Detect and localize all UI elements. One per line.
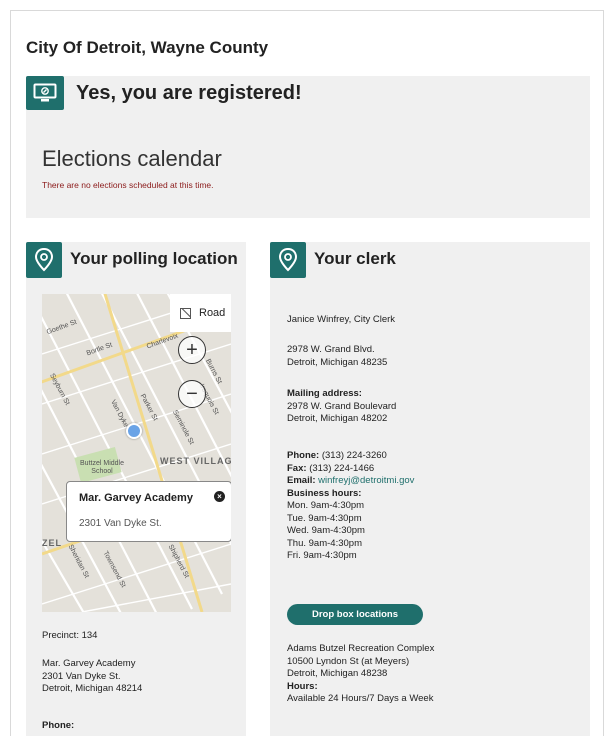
map-info-popup: Mar. Garvey Academy × 2301 Van Dyke St. (66, 481, 231, 542)
mailing-address-line1: 2978 W. Grand Boulevard (287, 400, 397, 412)
dropbox-address-line2: Detroit, Michigan 48238 (287, 668, 388, 679)
hours-line: Wed. 9am-4:30pm (287, 525, 365, 536)
popup-close-icon[interactable]: × (214, 491, 225, 502)
clerk-address: 2978 W. Grand Blvd. Detroit, Michigan 48… (287, 344, 387, 369)
registration-status-title: Yes, you are registered! (76, 82, 302, 104)
polling-map[interactable]: Goethe St Bortle St Charlevoix Burns St … (42, 294, 231, 612)
location-pin-icon (270, 242, 306, 278)
location-pin-icon (26, 242, 62, 278)
polling-address-line1: 2301 Van Dyke St. (42, 670, 121, 682)
map-place-label: Buttzel Middle School (80, 460, 124, 475)
registration-panel: Yes, you are registered! Elections calen… (26, 76, 590, 218)
polling-phone-label: Phone: (42, 720, 75, 731)
clerk-address-line1: 2978 W. Grand Blvd. (287, 344, 375, 355)
fax-value: (313) 224-1466 (309, 462, 375, 474)
dropbox-name: Adams Butzel Recreation Complex (287, 643, 435, 654)
mailing-address-line2: Detroit, Michigan 48202 (287, 413, 388, 424)
drop-box-locations-button[interactable]: Drop box locations (287, 604, 423, 625)
elections-calendar-note: There are no elections scheduled at this… (42, 180, 214, 190)
map-layer-icon (180, 307, 191, 319)
map-zoom-out-button[interactable]: − (178, 380, 206, 408)
mailing-address-label: Mailing address: (287, 388, 362, 399)
fax-label: Fax: (287, 462, 307, 474)
polling-address: Mar. Garvey Academy 2301 Van Dyke St. De… (42, 658, 142, 696)
dropbox-hours: Available 24 Hours/7 Days a Week (287, 693, 434, 704)
map-zoom-in-button[interactable]: + (178, 336, 206, 364)
business-hours-label: Business hours: (287, 487, 362, 499)
email-label: Email: (287, 475, 316, 486)
precinct-text: Precinct: 134 (42, 630, 98, 641)
polling-address-line2: Detroit, Michigan 48214 (42, 683, 143, 694)
map-area-label: WEST VILLAGE (160, 456, 231, 466)
dropbox-info: Adams Butzel Recreation Complex 10500 Ly… (287, 643, 434, 706)
popup-location-name: Mar. Garvey Academy (79, 492, 193, 504)
phone-value: (313) 224-3260 (321, 450, 387, 461)
clerk-address-line2: Detroit, Michigan 48235 (287, 356, 388, 368)
clerk-contact: Phone: (313) 224-3260 Fax: (313) 224-146… (287, 450, 414, 563)
popup-address: 2301 Van Dyke St. (79, 518, 162, 529)
map-location-pin[interactable] (126, 423, 142, 439)
hours-line: Thu. 9am-4:30pm (287, 537, 362, 549)
clerk-panel: Your clerk Janice Winfrey, City Clerk 29… (270, 242, 590, 736)
hours-line: Mon. 9am-4:30pm (287, 500, 365, 511)
email-link[interactable]: winfreyj@detroitmi.gov (318, 475, 414, 486)
map-road-toggle-button[interactable]: Road (170, 294, 231, 332)
clerk-mailing-address: Mailing address: 2978 W. Grand Boulevard… (287, 388, 396, 426)
page-title: City Of Detroit, Wayne County (26, 38, 269, 57)
dropbox-address-line1: 10500 Lyndon St (at Meyers) (287, 655, 410, 667)
hours-line: Tue. 9am-4:30pm (287, 512, 362, 524)
dropbox-hours-label: Hours: (287, 680, 318, 692)
phone-label: Phone: (287, 450, 320, 461)
clerk-fax: Fax: (313) 224-1466 (287, 463, 414, 476)
monitor-check-icon (26, 76, 64, 110)
clerk-email: Email: winfreyj@detroitmi.gov (287, 475, 414, 488)
hours-line: Fri. 9am-4:30pm (287, 550, 357, 561)
map-road-label: Road (199, 307, 226, 319)
elections-calendar-title: Elections calendar (42, 146, 222, 171)
clerk-title: Your clerk (314, 249, 396, 268)
polling-location-title: Your polling location (70, 249, 238, 268)
map-area-label: ZEL (42, 538, 62, 548)
polling-location-panel: Your polling location Goethe St Bortle S… (26, 242, 246, 736)
clerk-phone: Phone: (313) 224-3260 (287, 450, 414, 463)
polling-location-name: Mar. Garvey Academy (42, 658, 136, 669)
clerk-name: Janice Winfrey, City Clerk (287, 314, 396, 325)
